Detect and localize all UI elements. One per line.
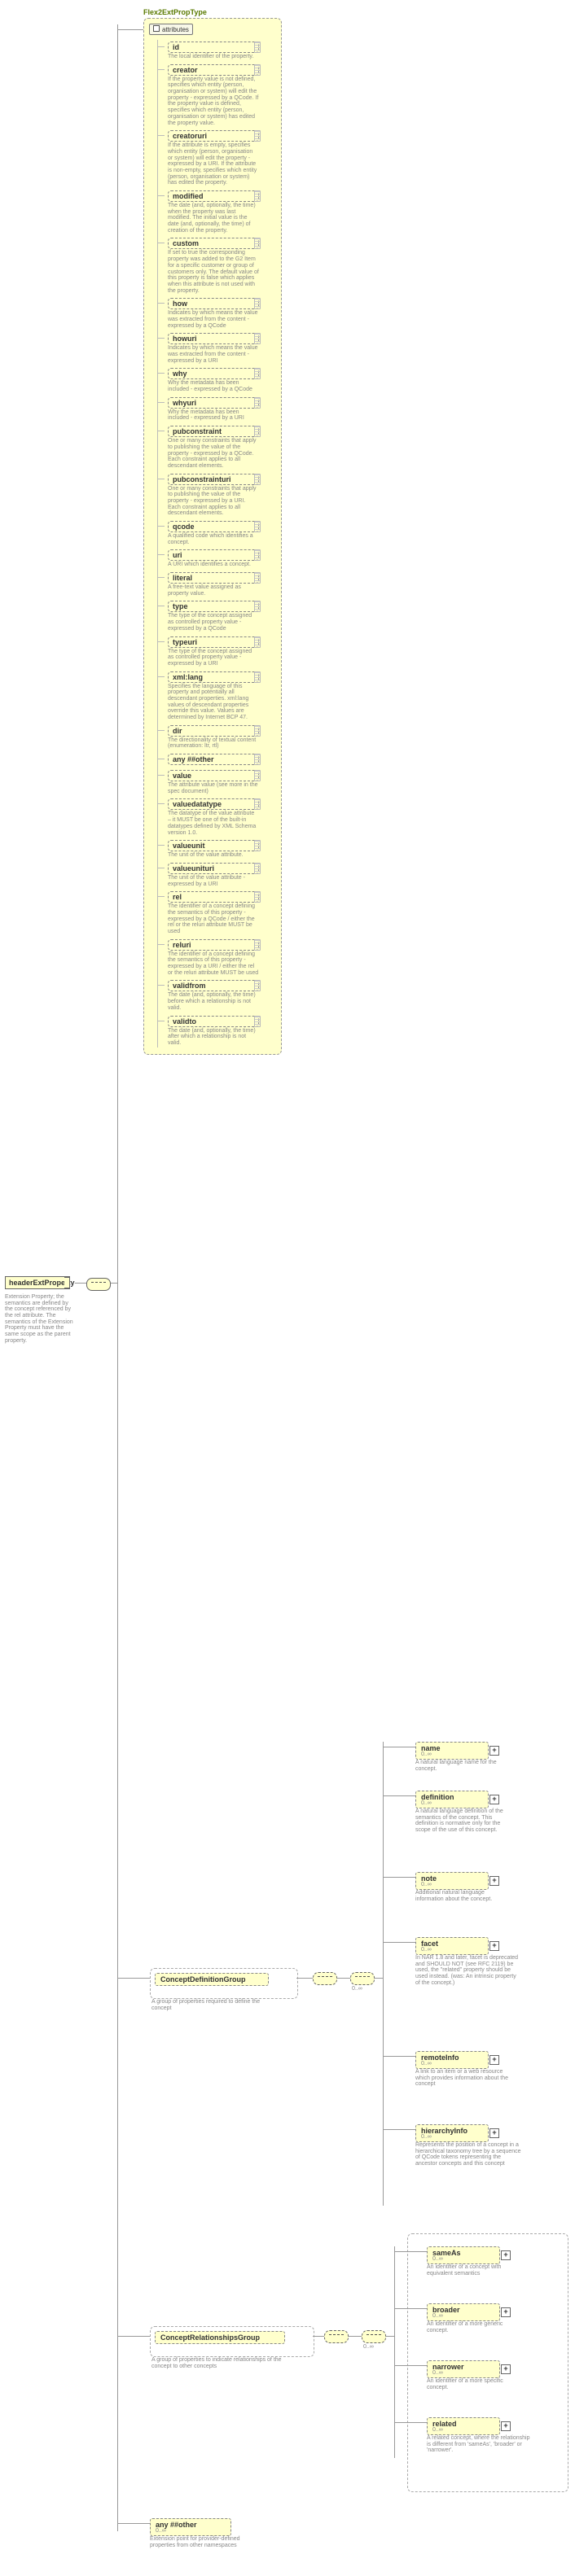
element-hierarchyinfo[interactable]: hierarchyInfo0..∞+ — [415, 2124, 489, 2142]
attribute-how[interactable]: howIndicates by which means the value wa… — [165, 296, 262, 330]
compositor-sequence-root — [86, 1278, 111, 1291]
attribute-creatoruri[interactable]: creatoruriIf the attribute is empty, spe… — [165, 129, 262, 187]
group-concept-relationships-label: ConceptRelationshipsGroup — [160, 2333, 260, 2342]
element-broader-desc: An identifier of a more generic concept. — [427, 2321, 525, 2333]
root-element-headerExtProperty[interactable]: headerExtProperty — [5, 1276, 70, 1289]
element-any-other[interactable]: any ##other0..∞ — [150, 2518, 231, 2536]
expand-icon[interactable]: + — [501, 2250, 511, 2260]
element-definition-desc: A natural language definition of the sem… — [415, 1808, 513, 1834]
expand-icon[interactable]: + — [489, 1795, 499, 1804]
attribute-rel[interactable]: relThe identifier of a concept defining … — [165, 890, 262, 935]
root-element-label: headerExtProperty — [9, 1279, 75, 1287]
mult-cdg: 0..∞ — [352, 1986, 362, 1992]
compositor-choice-crg — [362, 2330, 386, 2343]
group-concept-definition[interactable]: ConceptDefinitionGroup — [155, 1973, 269, 1986]
attribute-pubconstraint[interactable]: pubconstraintOne or many constraints tha… — [165, 424, 262, 470]
group-concept-definition-desc: A group of properties required to define… — [151, 1999, 274, 2011]
compositor-sequence-crg — [324, 2330, 349, 2343]
attribute-id[interactable]: idThe local identifier of the property. — [165, 40, 262, 61]
attribute-valueunituri[interactable]: valueunituriThe unit of the value attrib… — [165, 861, 262, 888]
attribute-type[interactable]: typeThe type of the concept assigned as … — [165, 599, 262, 632]
expand-icon[interactable]: + — [489, 1876, 499, 1886]
attribute-validto[interactable]: validtoThe date (and, optionally, the ti… — [165, 1014, 262, 1047]
attribute-uri[interactable]: uriA URI which identifies a concept. — [165, 548, 262, 569]
attributes-header[interactable]: attributes — [149, 24, 193, 35]
attribute-howuri[interactable]: howuriIndicates by which means the value… — [165, 331, 262, 365]
attribute-validfrom[interactable]: validfromThe date (and, optionally, the … — [165, 978, 262, 1012]
diagram-canvas: headerExtProperty Extension Property; th… — [0, 0, 575, 2576]
attribute-any-other[interactable]: any ##other — [165, 752, 262, 767]
element-any-other-desc: Extension point for provider-defined pro… — [150, 2536, 264, 2548]
attribute-typeuri[interactable]: typeuriThe type of the concept assigned … — [165, 635, 262, 668]
attribute-literal[interactable]: literalA free-text value assigned as pro… — [165, 571, 262, 597]
root-element-desc: Extension Property; the semantics are de… — [5, 1294, 75, 1345]
element-facet-desc: In NAR 1.8 and later, facet is deprecate… — [415, 1955, 521, 1986]
element-hierarchyinfo-desc: Represents the position of a concept in … — [415, 2142, 521, 2167]
element-narrower-desc: An identifier of a more specific concept… — [427, 2378, 525, 2390]
element-related-desc: A related concept, where the relationshi… — [427, 2435, 533, 2454]
expand-icon[interactable]: + — [489, 2055, 499, 2065]
attribute-pubconstrainturi[interactable]: pubconstrainturiOne or many constraints … — [165, 472, 262, 518]
attribute-creator[interactable]: creatorIf the property value is not defi… — [165, 63, 262, 128]
attribute-whyuri[interactable]: whyuriWhy the metadata has been included… — [165, 396, 262, 422]
group-concept-relationships-desc: A group of properties to indicate relati… — [151, 2357, 282, 2369]
attributes-header-label: attributes — [162, 26, 189, 33]
compositor-choice-cdg — [350, 1972, 375, 1985]
element-related[interactable]: related0..∞+ — [427, 2417, 500, 2435]
element-remoteinfo-desc: A link to an item or a web resource whic… — [415, 2069, 513, 2088]
expand-icon[interactable]: + — [501, 2364, 511, 2374]
attribute-xml-lang[interactable]: xml:langSpecifies the language of this p… — [165, 670, 262, 722]
expand-icon[interactable]: + — [489, 2128, 499, 2138]
expand-icon[interactable]: + — [501, 2421, 511, 2431]
type-title: Flex2ExtPropType — [143, 8, 207, 16]
element-name-desc: A natural language name for the concept. — [415, 1760, 513, 1772]
element-broader[interactable]: broader0..∞+ — [427, 2303, 500, 2321]
group-concept-definition-label: ConceptDefinitionGroup — [160, 1975, 246, 1983]
element-note-desc: Additional natural language information … — [415, 1890, 513, 1902]
element-sameas-desc: An identifier of a concept with equivale… — [427, 2264, 525, 2276]
element-facet[interactable]: facet0..∞+ — [415, 1937, 489, 1955]
type-container: attributes idThe local identifier of the… — [143, 18, 282, 1055]
element-definition[interactable]: definition0..∞+ — [415, 1791, 489, 1808]
attribute-modified[interactable]: modifiedThe date (and, optionally, the t… — [165, 189, 262, 234]
mult-crg: 0..∞ — [363, 2344, 374, 2350]
attribute-valuedatatype[interactable]: valuedatatypeThe datatype of the value a… — [165, 797, 262, 837]
expand-icon[interactable]: + — [489, 1941, 499, 1951]
attribute-list: idThe local identifier of the property. … — [157, 40, 276, 1047]
compositor-sequence-cdg — [313, 1972, 337, 1985]
attribute-dir[interactable]: dirThe directionality of textual content… — [165, 724, 262, 750]
element-sameas[interactable]: sameAs0..∞+ — [427, 2246, 500, 2264]
element-name[interactable]: name0..∞+ — [415, 1742, 489, 1760]
attribute-custom[interactable]: customIf set to true the corresponding p… — [165, 236, 262, 295]
attribute-why[interactable]: whyWhy the metadata has been included - … — [165, 366, 262, 393]
attribute-reluri[interactable]: reluriThe identifier of a concept defini… — [165, 938, 262, 977]
attribute-value[interactable]: valueThe attribute value (see more in th… — [165, 768, 262, 795]
element-remoteinfo[interactable]: remoteInfo0..∞+ — [415, 2051, 489, 2069]
element-narrower[interactable]: narrower0..∞+ — [427, 2360, 500, 2378]
group-concept-relationships[interactable]: ConceptRelationshipsGroup — [155, 2331, 285, 2344]
attribute-valueunit[interactable]: valueunitThe unit of the value attribute… — [165, 838, 262, 859]
expand-icon[interactable]: + — [489, 1746, 499, 1756]
element-note[interactable]: note0..∞+ — [415, 1872, 489, 1890]
attribute-qcode[interactable]: qcodeA qualified code which identifies a… — [165, 519, 262, 546]
expand-icon[interactable]: + — [501, 2307, 511, 2317]
